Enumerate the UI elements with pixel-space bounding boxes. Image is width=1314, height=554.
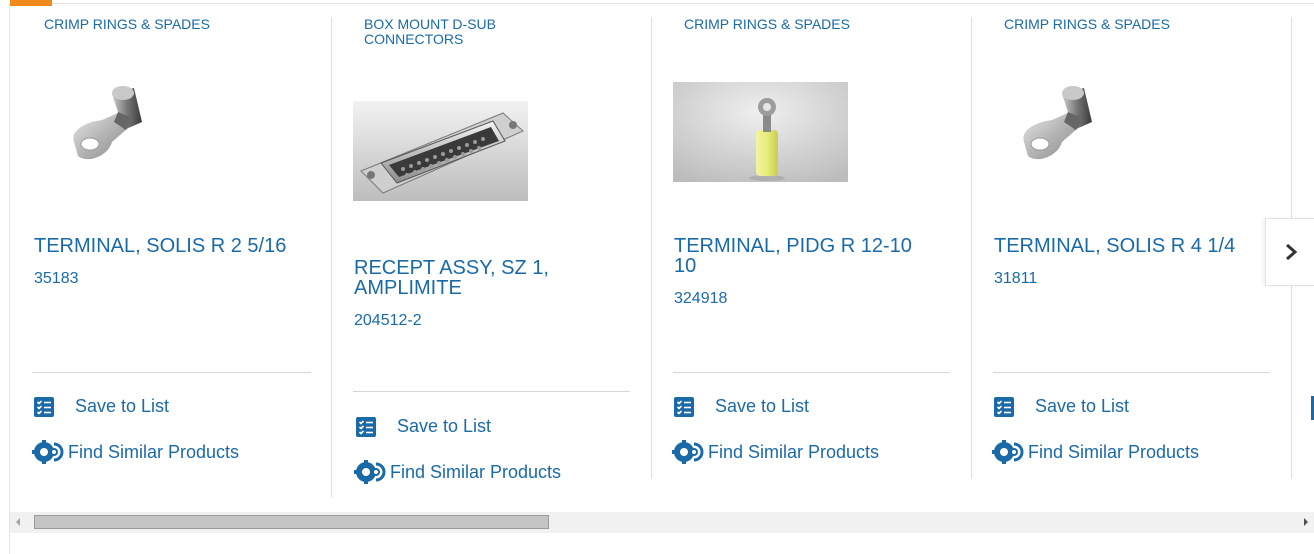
save-to-list-label: Save to List xyxy=(715,396,810,416)
gears-icon xyxy=(32,440,64,464)
save-to-list-button[interactable]: Save to List xyxy=(674,396,809,417)
save-to-list-label: Save to List xyxy=(75,396,170,416)
product-category[interactable]: CRIMP RINGS & SPADES xyxy=(684,17,884,32)
chevron-right-icon xyxy=(1285,243,1297,261)
part-number[interactable]: 31811 xyxy=(994,270,1037,288)
find-similar-label: Find Similar Products xyxy=(708,441,880,462)
card-separator xyxy=(353,391,630,392)
product-card: CRIMP RINGS & SPADES TERMINAL, PIDG R 12… xyxy=(652,0,952,540)
checklist-icon xyxy=(356,416,376,437)
product-category[interactable]: BOX MOUNT D-SUB CONNECTORS xyxy=(364,17,544,47)
product-image[interactable] xyxy=(1018,82,1094,168)
part-number[interactable]: 35183 xyxy=(34,270,79,288)
find-similar-button[interactable]: Find Similar Products xyxy=(32,440,239,464)
carousel-next-button[interactable] xyxy=(1265,218,1314,286)
part-number[interactable]: 324918 xyxy=(674,290,727,308)
gears-icon xyxy=(672,440,704,464)
find-similar-button[interactable]: Find Similar Products xyxy=(992,440,1199,464)
checklist-icon xyxy=(34,396,54,417)
scroll-left-icon[interactable] xyxy=(16,518,20,526)
product-category[interactable]: CRIMP RINGS & SPADES xyxy=(1004,17,1204,32)
save-to-list-label: Save to List xyxy=(397,416,492,436)
product-title[interactable]: TERMINAL, SOLIS R 4 1/4 xyxy=(994,236,1262,256)
card-separator xyxy=(32,372,311,373)
card-separator xyxy=(993,372,1270,373)
save-to-list-label: Save to List xyxy=(1035,396,1130,416)
part-number[interactable]: 204512-2 xyxy=(354,312,422,330)
find-similar-button[interactable]: Find Similar Products xyxy=(354,460,561,484)
gears-icon xyxy=(354,460,386,484)
product-card: BOX MOUNT D-SUB CONNECTORS RECEPT ASSY, … xyxy=(332,0,632,540)
product-image[interactable] xyxy=(353,101,528,201)
horizontal-scrollbar[interactable] xyxy=(10,512,1314,533)
checklist-icon xyxy=(994,396,1014,417)
scroll-right-icon[interactable] xyxy=(1304,518,1308,526)
card-separator xyxy=(673,372,950,373)
find-similar-button[interactable]: Find Similar Products xyxy=(672,440,879,464)
save-to-list-button[interactable]: Save to List xyxy=(356,416,491,437)
checklist-icon xyxy=(674,396,694,417)
find-similar-label: Find Similar Products xyxy=(390,461,562,482)
product-title[interactable]: TERMINAL, SOLIS R 2 5/16 xyxy=(34,236,302,256)
product-image[interactable] xyxy=(673,82,848,182)
find-similar-label: Find Similar Products xyxy=(68,441,240,462)
product-card: CRIMP RINGS & SPADES TERMINAL, SOLIS R 4… xyxy=(972,0,1272,540)
gears-icon xyxy=(992,440,1024,464)
product-card: CRIMP RINGS & SPADES TERMINAL, SOLIS R 2… xyxy=(10,0,311,540)
save-to-list-button[interactable]: Save to List xyxy=(34,396,169,417)
product-title[interactable]: TERMINAL, PIDG R 12-10 10 xyxy=(674,236,934,276)
save-to-list-button[interactable]: Save to List xyxy=(994,396,1129,417)
scrollbar-thumb[interactable] xyxy=(34,515,549,529)
find-similar-label: Find Similar Products xyxy=(1028,441,1200,462)
product-image[interactable] xyxy=(68,82,144,168)
product-title[interactable]: RECEPT ASSY, SZ 1, AMPLIMITE xyxy=(354,258,584,298)
product-category[interactable]: CRIMP RINGS & SPADES xyxy=(44,17,244,32)
